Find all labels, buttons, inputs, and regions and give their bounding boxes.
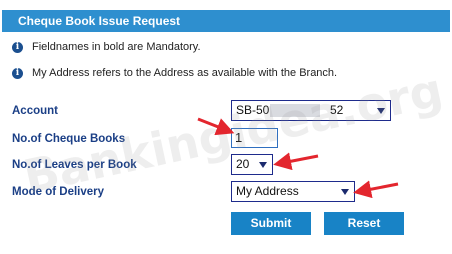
leaves-select[interactable]: 20 <box>231 154 273 175</box>
info-line-address: i My Address refers to the Address as av… <box>12 67 337 79</box>
arrow-leaves-icon <box>273 152 319 171</box>
account-select[interactable]: SB-50 52 <box>231 100 391 121</box>
delivery-value: My Address <box>236 184 299 198</box>
account-suffix: 52 <box>330 103 344 117</box>
account-prefix: SB-50 <box>236 103 270 117</box>
info-text-mandatory: Fieldnames in bold are Mandatory. <box>32 41 201 53</box>
reset-button[interactable]: Reset <box>324 212 404 235</box>
account-number-mask <box>270 104 320 117</box>
arrow-cheque-books-icon <box>197 117 235 136</box>
info-line-mandatory: i Fieldnames in bold are Mandatory. <box>12 41 201 53</box>
chevron-down-icon <box>377 108 385 114</box>
chevron-down-icon <box>259 162 267 168</box>
leaves-label: No.of Leaves per Book <box>12 159 137 171</box>
submit-button[interactable]: Submit <box>231 212 311 235</box>
page-title: Cheque Book Issue Request <box>2 10 450 32</box>
delivery-select[interactable]: My Address <box>231 181 355 202</box>
delivery-label: Mode of Delivery <box>12 186 105 198</box>
cheque-books-input[interactable]: 1 <box>231 128 278 148</box>
arrow-delivery-icon <box>353 180 399 199</box>
leaves-value: 20 <box>236 157 250 171</box>
info-icon: i <box>12 67 23 79</box>
info-icon: i <box>12 41 23 53</box>
cheque-books-label: No.of Cheque Books <box>12 133 126 145</box>
account-label: Account <box>12 105 58 117</box>
chevron-down-icon <box>341 189 349 195</box>
info-text-address: My Address refers to the Address as avai… <box>32 67 338 79</box>
